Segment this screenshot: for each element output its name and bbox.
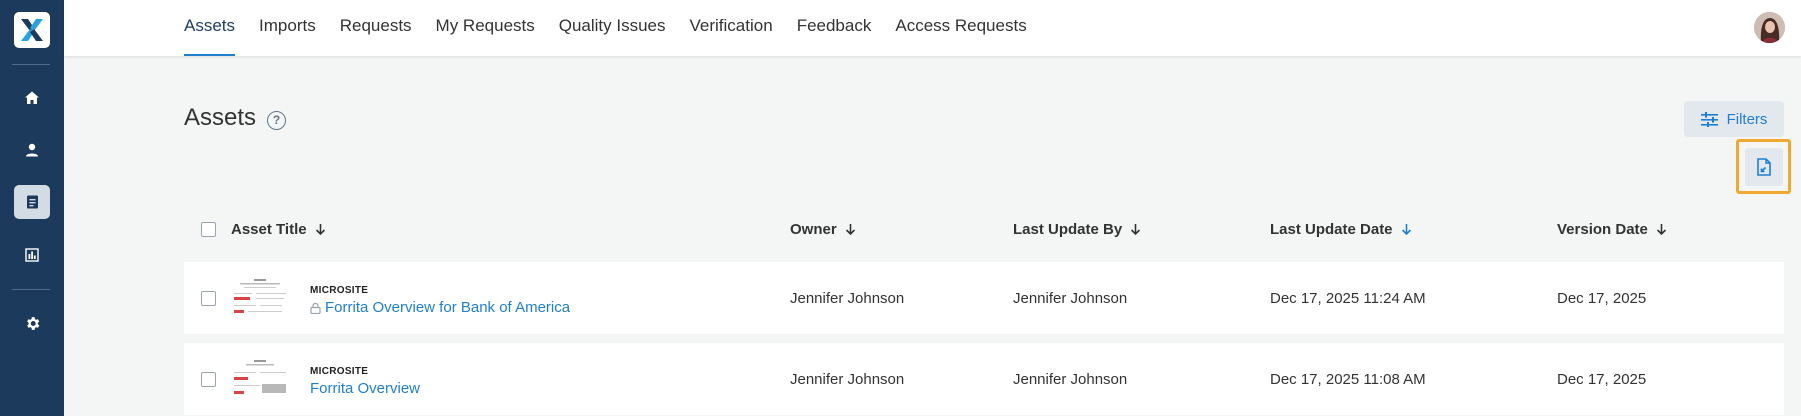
export-button-inner <box>1744 147 1783 186</box>
checkbox[interactable] <box>201 221 216 237</box>
asset-title: Forrita Overview <box>310 380 421 397</box>
export-button[interactable] <box>1736 139 1791 194</box>
column-header-asset-title[interactable]: Asset Title <box>231 212 326 246</box>
sidebar-divider <box>12 64 50 65</box>
lock-icon <box>310 302 321 314</box>
sidebar-item-settings[interactable] <box>14 306 50 340</box>
tab-requests[interactable]: Requests <box>340 0 412 56</box>
column-label: Version Date <box>1557 220 1648 238</box>
tab-verification[interactable]: Verification <box>690 0 773 56</box>
asset-title-link[interactable]: Forrita Overview for Bank of America <box>310 299 570 316</box>
avatar-image <box>1754 12 1785 43</box>
tab-my-requests[interactable]: My Requests <box>436 0 535 56</box>
checkbox[interactable] <box>201 290 216 306</box>
filters-button[interactable]: Filters <box>1684 101 1784 137</box>
tab-quality-issues[interactable]: Quality Issues <box>559 0 666 56</box>
tab-feedback[interactable]: Feedback <box>797 0 872 56</box>
page-title: Assets <box>184 104 257 131</box>
bar-chart-icon <box>25 248 39 262</box>
nav-tabs: Assets Imports Requests My Requests Qual… <box>184 0 1051 56</box>
version-date-cell: Dec 17, 2025 <box>1557 370 1647 388</box>
sliders-icon <box>1700 111 1718 127</box>
asset-type-label: MICROSITE <box>310 366 369 377</box>
column-label: Last Update Date <box>1270 220 1393 238</box>
sidebar <box>0 0 64 416</box>
checkbox[interactable] <box>201 371 216 387</box>
sort-arrow-down-icon[interactable] <box>1656 223 1667 236</box>
help-icon[interactable]: ? <box>267 111 286 130</box>
column-header-version-date[interactable]: Version Date <box>1557 212 1667 246</box>
row-checkbox-cell[interactable] <box>201 343 216 415</box>
owner-cell: Jennifer Johnson <box>790 289 905 307</box>
row-checkbox-cell[interactable] <box>201 262 216 334</box>
column-header-last-update-by[interactable]: Last Update By <box>1013 212 1141 246</box>
column-label: Last Update By <box>1013 220 1123 238</box>
filters-label: Filters <box>1726 110 1768 128</box>
sidebar-item-home[interactable] <box>14 81 50 115</box>
user-avatar[interactable] <box>1754 12 1785 43</box>
sort-arrow-down-icon[interactable] <box>845 223 856 236</box>
tab-access-requests[interactable]: Access Requests <box>895 0 1026 56</box>
file-export-icon <box>1756 157 1771 176</box>
column-header-owner[interactable]: Owner <box>790 212 856 246</box>
table-row[interactable]: MICROSITE Forrita Overview Jennifer John… <box>184 343 1784 415</box>
sort-arrow-down-active-icon[interactable] <box>1401 223 1412 236</box>
person-icon <box>26 143 38 157</box>
owner-cell: Jennifer Johnson <box>790 370 905 388</box>
select-all-checkbox[interactable] <box>201 212 216 246</box>
sort-arrow-down-icon[interactable] <box>1130 223 1141 236</box>
column-label: Asset Title <box>231 220 307 238</box>
document-icon <box>27 195 38 209</box>
x-logo-icon <box>21 19 43 41</box>
updated-by-cell: Jennifer Johnson <box>1013 370 1128 388</box>
asset-title-link[interactable]: Forrita Overview <box>310 380 420 397</box>
tab-assets[interactable]: Assets <box>184 0 236 56</box>
asset-thumbnail[interactable] <box>230 358 290 400</box>
updated-date-cell: Dec 17, 2025 11:08 AM <box>1270 370 1426 388</box>
asset-title: Forrita Overview for Bank of America <box>325 299 571 316</box>
column-label: Owner <box>790 220 837 238</box>
column-header-last-update-date[interactable]: Last Update Date <box>1270 212 1412 246</box>
sidebar-item-reports[interactable] <box>14 238 50 272</box>
sort-arrow-down-icon[interactable] <box>315 223 326 236</box>
tab-imports[interactable]: Imports <box>259 0 316 56</box>
table-row[interactable]: MICROSITE Forrita Overview for Bank of A… <box>184 262 1784 334</box>
sidebar-divider <box>12 289 50 290</box>
updated-date-cell: Dec 17, 2025 11:24 AM <box>1270 289 1426 307</box>
gear-icon <box>26 316 39 330</box>
home-icon <box>25 91 39 104</box>
sidebar-item-users[interactable] <box>14 133 50 167</box>
sidebar-item-assets[interactable] <box>14 185 50 219</box>
table-header: Asset Title Owner Last Update By Last Up… <box>184 212 1784 246</box>
top-nav-bar: Assets Imports Requests My Requests Qual… <box>64 0 1801 56</box>
asset-type-label: MICROSITE <box>310 285 369 296</box>
updated-by-cell: Jennifer Johnson <box>1013 289 1128 307</box>
app-logo[interactable] <box>14 12 50 48</box>
version-date-cell: Dec 17, 2025 <box>1557 289 1647 307</box>
asset-thumbnail[interactable] <box>230 277 290 319</box>
